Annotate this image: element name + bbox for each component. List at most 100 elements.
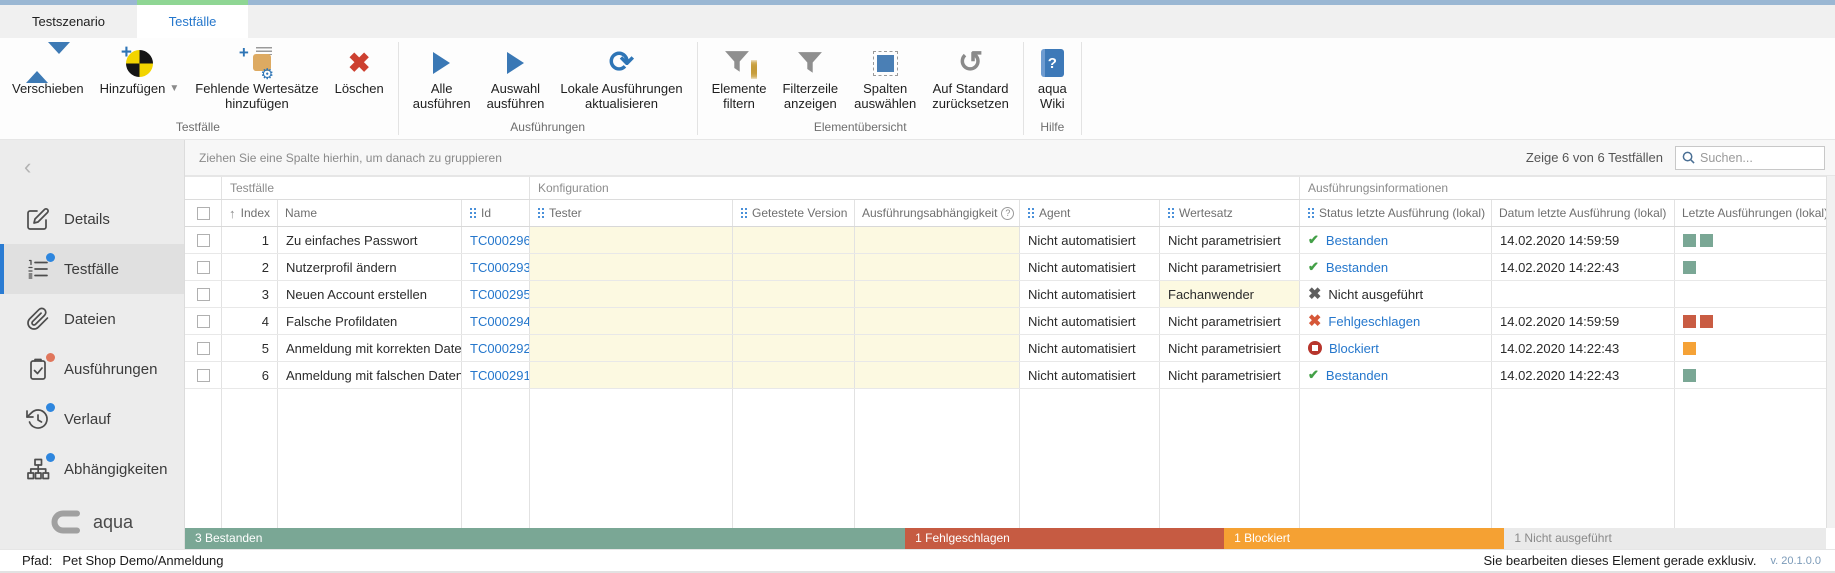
status-label[interactable]: Bestanden — [1326, 368, 1388, 383]
cell-tester[interactable] — [530, 254, 733, 280]
cell-getestete-version[interactable] — [733, 227, 855, 253]
column-header-tester[interactable]: Tester — [530, 200, 733, 226]
table-row[interactable]: 1Zu einfaches PasswortTC000296Nicht auto… — [185, 227, 1835, 254]
sidebar-collapse-button[interactable]: ‹ — [0, 140, 184, 194]
filter-elements-button[interactable]: Elemente filtern — [704, 43, 775, 111]
tab-testfaelle[interactable]: Testfälle — [137, 5, 248, 38]
column-header-letzte-ausfuehrungen[interactable]: Letzte Ausführungen (lokal) — [1675, 200, 1826, 226]
row-checkbox[interactable] — [185, 362, 222, 388]
cell-agent[interactable]: Nicht automatisiert — [1020, 308, 1160, 334]
column-header-agent[interactable]: Agent — [1020, 200, 1160, 226]
table-row[interactable]: 4Falsche ProfildatenTC000294Nicht automa… — [185, 308, 1835, 335]
status-label[interactable]: Blockiert — [1329, 341, 1379, 356]
group-header-konfiguration[interactable]: Konfiguration — [530, 177, 1300, 199]
cell-ausfuehrungsabhaengigkeit[interactable] — [855, 335, 1020, 361]
checkbox[interactable] — [197, 234, 210, 247]
checkbox[interactable] — [197, 342, 210, 355]
delete-button[interactable]: ✖ Löschen — [327, 43, 392, 96]
cell-ausfuehrungsabhaengigkeit[interactable] — [855, 227, 1020, 253]
row-checkbox[interactable] — [185, 281, 222, 307]
column-header-wertesatz[interactable]: Wertesatz — [1160, 200, 1300, 226]
cell-agent[interactable]: Nicht automatisiert — [1020, 362, 1160, 388]
cell-id[interactable]: TC000294 — [462, 308, 530, 334]
cell-agent[interactable]: Nicht automatisiert — [1020, 227, 1160, 253]
history-square-failed[interactable] — [1683, 315, 1696, 328]
testcase-id-link[interactable]: TC000296 — [470, 233, 530, 248]
run-all-button[interactable]: Alle ausführen — [405, 43, 479, 111]
history-square-passed[interactable] — [1683, 234, 1696, 247]
history-square-passed[interactable] — [1700, 234, 1713, 247]
cell-tester[interactable] — [530, 227, 733, 253]
column-header-name[interactable]: Name — [278, 200, 462, 226]
show-filter-row-button[interactable]: Filterzeile anzeigen — [774, 43, 846, 111]
sidebar-item-ausfuehrungen[interactable]: Ausführungen — [0, 344, 184, 394]
cell-getestete-version[interactable] — [733, 362, 855, 388]
cell-agent[interactable]: Nicht automatisiert — [1020, 335, 1160, 361]
history-square-passed[interactable] — [1683, 261, 1696, 274]
cell-ausfuehrungsabhaengigkeit[interactable] — [855, 254, 1020, 280]
cell-status[interactable]: ✖Fehlgeschlagen — [1300, 308, 1492, 334]
cell-tester[interactable] — [530, 308, 733, 334]
cell-wertesatz[interactable]: Nicht parametrisiert — [1160, 362, 1300, 388]
history-square-blocked[interactable] — [1683, 342, 1696, 355]
cell-wertesatz[interactable]: Fachanwender — [1160, 281, 1300, 307]
vertical-scrollbar[interactable] — [1826, 176, 1835, 528]
select-all-checkbox[interactable] — [185, 200, 222, 226]
testcase-id-link[interactable]: TC000295 — [470, 287, 530, 302]
search-box[interactable] — [1675, 146, 1825, 170]
aqua-wiki-button[interactable]: ? aqua Wiki — [1030, 43, 1075, 111]
row-checkbox[interactable] — [185, 335, 222, 361]
cell-id[interactable]: TC000293 — [462, 254, 530, 280]
status-label[interactable]: Bestanden — [1326, 233, 1388, 248]
row-checkbox[interactable] — [185, 254, 222, 280]
cell-id[interactable]: TC000296 — [462, 227, 530, 253]
group-header-ausfuehrungsinformationen[interactable]: Ausführungsinformationen — [1300, 177, 1826, 199]
group-header-testfaelle[interactable]: Testfälle — [222, 177, 530, 199]
checkbox[interactable] — [197, 369, 210, 382]
table-row[interactable]: 3Neuen Account erstellenTC000295Nicht au… — [185, 281, 1835, 308]
cell-getestete-version[interactable] — [733, 254, 855, 280]
testcase-id-link[interactable]: TC000291 — [470, 368, 530, 383]
checkbox[interactable] — [197, 288, 210, 301]
cell-tester[interactable] — [530, 362, 733, 388]
cell-id[interactable]: TC000295 — [462, 281, 530, 307]
move-button[interactable]: Verschieben — [4, 43, 92, 96]
table-row[interactable]: 2Nutzerprofil ändernTC000293Nicht automa… — [185, 254, 1835, 281]
status-label[interactable]: Bestanden — [1326, 260, 1388, 275]
status-label[interactable]: Fehlgeschlagen — [1328, 314, 1420, 329]
cell-tester[interactable] — [530, 281, 733, 307]
tab-testszenario[interactable]: Testszenario — [0, 5, 137, 38]
table-row[interactable]: 6Anmeldung mit falschen DatenTC000291Nic… — [185, 362, 1835, 389]
refresh-local-executions-button[interactable]: ⟳ Lokale Ausführungen aktualisieren — [552, 43, 690, 111]
cell-id[interactable]: TC000291 — [462, 362, 530, 388]
grouping-bar[interactable]: Ziehen Sie eine Spalte hierhin, um danac… — [185, 140, 1835, 176]
row-checkbox[interactable] — [185, 308, 222, 334]
testcase-id-link[interactable]: TC000292 — [470, 341, 530, 356]
cell-ausfuehrungsabhaengigkeit[interactable] — [855, 281, 1020, 307]
column-header-datum[interactable]: Datum letzte Ausführung (lokal) — [1492, 200, 1675, 226]
sidebar-item-verlauf[interactable]: Verlauf — [0, 394, 184, 444]
column-header-ausfuehrungsabhaengigkeit[interactable]: Ausführungsabhängigkeit ? — [855, 200, 1020, 226]
row-checkbox[interactable] — [185, 227, 222, 253]
testcase-id-link[interactable]: TC000293 — [470, 260, 530, 275]
cell-getestete-version[interactable] — [733, 308, 855, 334]
column-header-index[interactable]: ↑ Index — [222, 200, 278, 226]
reset-to-default-button[interactable]: ↺ Auf Standard zurücksetzen — [924, 43, 1017, 111]
cell-wertesatz[interactable]: Nicht parametrisiert — [1160, 254, 1300, 280]
add-button[interactable]: + Hinzufügen ▼ — [92, 43, 188, 96]
testcase-id-link[interactable]: TC000294 — [470, 314, 530, 329]
sidebar-item-testfaelle[interactable]: Testfälle — [0, 244, 184, 294]
sidebar-item-abhaengigkeiten[interactable]: Abhängigkeiten — [0, 444, 184, 494]
cell-getestete-version[interactable] — [733, 281, 855, 307]
column-header-id[interactable]: Id — [462, 200, 530, 226]
cell-status[interactable]: ✔Bestanden — [1300, 362, 1492, 388]
table-row[interactable]: 5Anmeldung mit korrekten DatenTC000292Ni… — [185, 335, 1835, 362]
cell-ausfuehrungsabhaengigkeit[interactable] — [855, 308, 1020, 334]
sidebar-item-dateien[interactable]: Dateien — [0, 294, 184, 344]
history-square-failed[interactable] — [1700, 315, 1713, 328]
cell-wertesatz[interactable]: Nicht parametrisiert — [1160, 227, 1300, 253]
history-square-passed[interactable] — [1683, 369, 1696, 382]
help-icon[interactable]: ? — [1001, 207, 1014, 220]
sidebar-item-details[interactable]: Details — [0, 194, 184, 244]
cell-agent[interactable]: Nicht automatisiert — [1020, 281, 1160, 307]
